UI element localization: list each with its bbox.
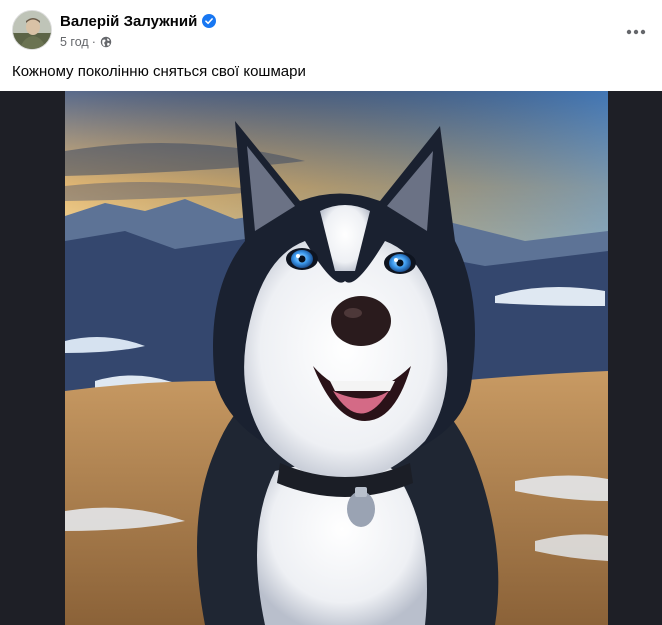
post-header: Валерій Залужний 5 год · [12,10,650,54]
post-meta: 5 год · [60,34,112,50]
author-avatar[interactable] [12,10,52,50]
meta-separator: · [91,35,96,49]
author-name[interactable]: Валерій Залужний [60,12,197,31]
verified-badge-icon [202,14,216,28]
more-options-button[interactable] [622,18,650,46]
post-text: Кожному поколінню сняться свої кошмари [12,63,306,80]
post-timestamp[interactable]: 5 год [60,35,89,49]
post-photo[interactable] [65,91,608,625]
more-horizontal-icon [626,29,646,35]
globe-icon[interactable] [100,36,112,48]
media-frame [0,91,662,625]
